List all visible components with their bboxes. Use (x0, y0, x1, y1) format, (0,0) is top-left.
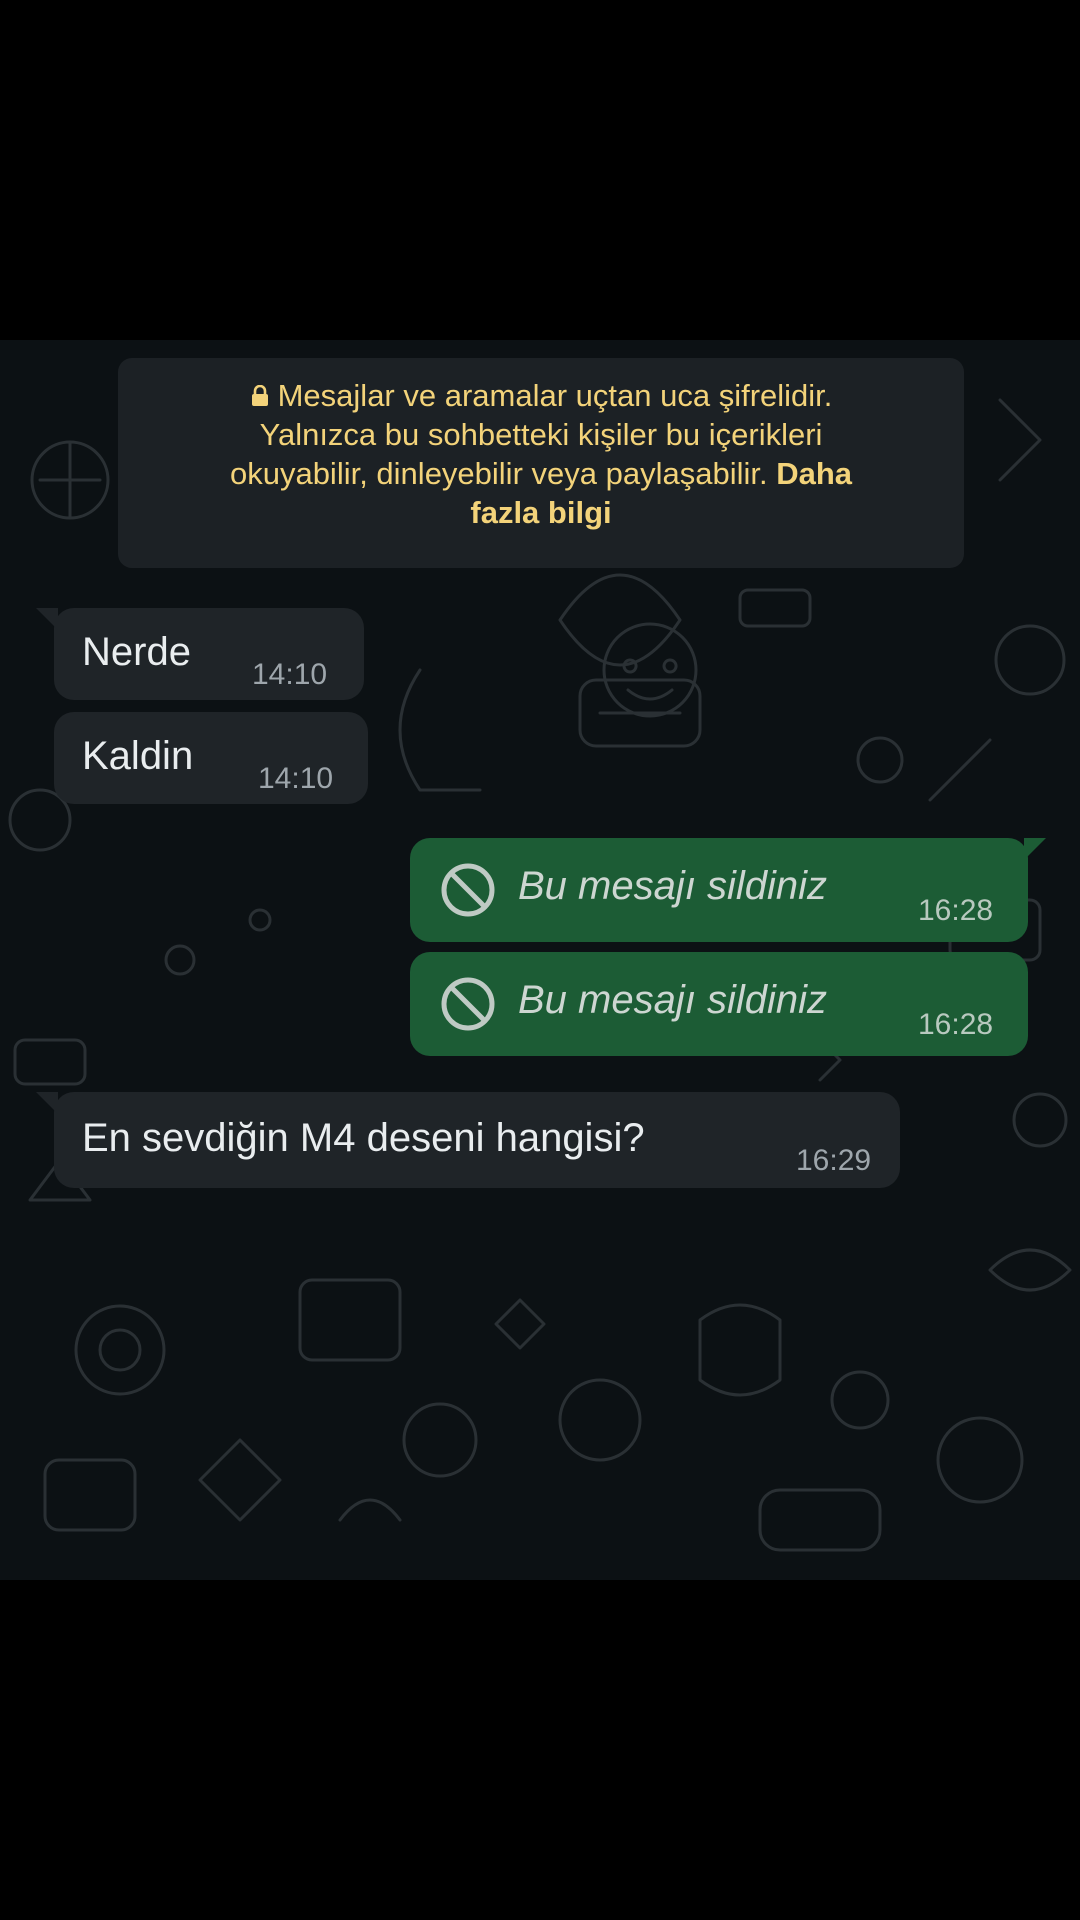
bubble-tail (36, 608, 58, 630)
message-timestamp: 16:29 (796, 1144, 872, 1177)
message-text: Kaldin (82, 734, 194, 778)
encryption-notice-line-1: Mesajlar ve aramalar uçtan uca şifrelidi… (118, 376, 964, 415)
message-text: En sevdiğin M4 deseni hangisi? (82, 1116, 645, 1160)
encryption-notice-text-3: okuyabilir, dinleyebilir veya paylaşabil… (229, 456, 768, 491)
ban-icon (441, 863, 495, 917)
message-bubble-outgoing-deleted[interactable]: Bu mesajı sildiniz 16:28 (410, 838, 1046, 942)
message-timestamp: 16:28 (918, 894, 994, 927)
message-bubble-outgoing-deleted[interactable]: Bu mesajı sildiniz 16:28 (410, 952, 1028, 1056)
message-bubble-incoming[interactable]: Kaldin 14:10 (54, 712, 368, 804)
learn-more-link-continued[interactable]: fazla bilgi (118, 493, 964, 532)
learn-more-link[interactable]: Daha (776, 456, 852, 491)
message-timestamp: 14:10 (252, 658, 328, 691)
chat-area[interactable]: Mesajlar ve aramalar uçtan uca şifrelidi… (0, 340, 1080, 1580)
bubble-tail (1024, 838, 1046, 860)
message-timestamp: 16:28 (918, 1008, 994, 1041)
message-bubble-incoming[interactable]: En sevdiğin M4 deseni hangisi? 16:29 (36, 1092, 900, 1188)
encryption-notice-text-1: Mesajlar ve aramalar uçtan uca şifrelidi… (277, 378, 833, 413)
message-timestamp: 14:10 (258, 762, 334, 795)
encryption-notice-line-2: Yalnızca bu sohbetteki kişiler bu içerik… (259, 417, 823, 452)
message-text: Nerde (82, 630, 191, 674)
lock-icon (251, 385, 268, 406)
encryption-notice[interactable]: Mesajlar ve aramalar uçtan uca şifrelidi… (118, 358, 964, 568)
deleted-message-text: Bu mesajı sildiniz (518, 864, 828, 908)
bubble-tail (36, 1092, 58, 1114)
deleted-message-text: Bu mesajı sildiniz (518, 978, 828, 1022)
ban-icon (441, 977, 495, 1031)
message-bubble-incoming[interactable]: Nerde 14:10 (36, 608, 364, 700)
encryption-notice-line-3: okuyabilir, dinleyebilir veya paylaşabil… (118, 454, 964, 493)
